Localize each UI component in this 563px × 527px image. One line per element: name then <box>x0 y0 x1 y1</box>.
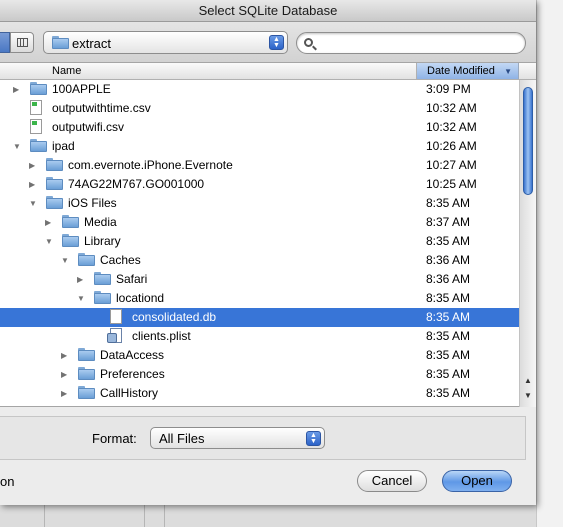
file-list: ▶ 100APPLE 3:09 PM outputwithtime.csv 10:32 … <box>0 80 519 407</box>
file-name: locationd <box>116 291 165 305</box>
disclosure-collapsed-icon[interactable]: ▶ <box>77 270 87 289</box>
disclosure-collapsed-icon[interactable]: ▶ <box>45 213 55 232</box>
file-name: Preferences <box>100 367 165 381</box>
date-modified: 8:35 AM <box>426 329 471 343</box>
disclosure-collapsed-icon[interactable]: ▶ <box>61 384 71 403</box>
location-popup[interactable]: extract ▲ ▼ <box>43 31 288 54</box>
disclosure-expanded-icon[interactable]: ▼ <box>29 194 39 213</box>
date-modified: 10:32 AM <box>426 101 477 115</box>
file-name: DataAccess <box>100 348 165 362</box>
scroll-down-arrow-icon[interactable]: ▼ <box>524 391 532 400</box>
column-view-button[interactable] <box>10 32 34 53</box>
disclosure-collapsed-icon[interactable]: ▶ <box>61 346 71 365</box>
disclosure-expanded-icon[interactable]: ▼ <box>13 137 23 156</box>
file-name: Safari <box>116 272 148 286</box>
date-modified: 8:35 AM <box>426 310 471 324</box>
date-modified: 8:36 AM <box>426 272 471 286</box>
file-name: 100APPLE <box>52 82 111 96</box>
background-window-edge <box>536 0 563 527</box>
date-modified: 8:35 AM <box>426 196 471 210</box>
list-item[interactable]: ▶ DataAccess 8:35 AM <box>0 346 519 365</box>
list-item[interactable]: ▶ Preferences 8:35 AM <box>0 365 519 384</box>
file-name: CallHistory <box>100 386 159 400</box>
dialog-title: Select SQLite Database <box>0 0 536 22</box>
list-view-button[interactable] <box>0 32 10 53</box>
list-item[interactable]: ▶ com.evernote.iPhone.Evernote 10:27 AM <box>0 156 519 175</box>
date-modified: 8:35 AM <box>426 367 471 381</box>
vertical-scrollbar[interactable]: ▲ ▼ <box>519 80 536 407</box>
disclosure-collapsed-icon[interactable]: ▶ <box>29 156 39 175</box>
cancel-button[interactable]: Cancel <box>357 470 427 492</box>
date-modified: 3:09 PM <box>426 82 471 96</box>
format-popup-value: All Files <box>159 431 205 446</box>
file-name: clients.plist <box>132 329 191 343</box>
date-modified: 10:27 AM <box>426 158 477 172</box>
header-corner <box>519 63 536 80</box>
disclosure-expanded-icon[interactable]: ▼ <box>77 289 87 308</box>
scroll-up-arrow-icon[interactable]: ▲ <box>524 376 532 385</box>
popup-arrows-icon: ▲ ▼ <box>269 35 284 50</box>
list-item[interactable]: ▶ Safari 8:36 AM <box>0 270 519 289</box>
popup-arrows-icon: ▲ ▼ <box>306 431 321 446</box>
date-modified: 8:35 AM <box>426 234 471 248</box>
file-name: Library <box>84 234 121 248</box>
scrollbar-thumb[interactable] <box>523 87 533 195</box>
list-item[interactable]: ▶ 74AG22M767.GO001000 10:25 AM <box>0 175 519 194</box>
columns-icon <box>17 38 28 47</box>
open-file-dialog: Select SQLite Database extract ▲ ▼ Name D… <box>0 0 536 505</box>
list-item[interactable]: ▼ ipad 10:26 AM <box>0 137 519 156</box>
list-item[interactable]: ▼ iOS Files 8:35 AM <box>0 194 519 213</box>
list-item[interactable]: outputwithtime.csv 10:32 AM <box>0 99 519 118</box>
disclosure-expanded-icon[interactable]: ▼ <box>45 232 55 251</box>
date-modified: 10:26 AM <box>426 139 477 153</box>
sort-descending-icon: ▼ <box>504 67 512 76</box>
list-item[interactable]: ▶ Media 8:37 AM <box>0 213 519 232</box>
file-name: Media <box>84 215 117 229</box>
column-header: Name Date Modified ▼ <box>0 63 519 80</box>
list-item-selected[interactable]: consolidated.db 8:35 AM <box>0 308 519 327</box>
format-popup[interactable]: All Files ▲ ▼ <box>150 427 325 449</box>
file-name: com.evernote.iPhone.Evernote <box>68 158 233 172</box>
open-button[interactable]: Open <box>442 470 512 492</box>
file-name: iOS Files <box>68 196 117 210</box>
date-modified: 8:35 AM <box>426 348 471 362</box>
date-modified: 10:25 AM <box>426 177 477 191</box>
list-item[interactable]: ▶ 100APPLE 3:09 PM <box>0 80 519 99</box>
list-item[interactable]: clients.plist 8:35 AM <box>0 327 519 346</box>
date-modified: 8:37 AM <box>426 215 471 229</box>
file-name: Caches <box>100 253 141 267</box>
date-modified: 8:35 AM <box>426 291 471 305</box>
date-modified-header-label: Date Modified <box>427 65 495 77</box>
disclosure-expanded-icon[interactable]: ▼ <box>61 251 71 270</box>
list-item[interactable]: outputwifi.csv 10:32 AM <box>0 118 519 137</box>
dialog-toolbar: extract ▲ ▼ <box>0 22 536 62</box>
search-input[interactable] <box>319 35 517 51</box>
truncated-label: on <box>0 474 15 489</box>
format-accessory-pane: Format: All Files ▲ ▼ <box>0 416 526 460</box>
file-browser: Name Date Modified ▼ ▶ 100APPLE 3:09 PM out… <box>0 62 536 407</box>
disclosure-collapsed-icon[interactable]: ▶ <box>13 80 23 99</box>
search-field[interactable] <box>296 32 526 54</box>
file-name: outputwithtime.csv <box>52 101 151 115</box>
list-item[interactable]: ▼ Caches 8:36 AM <box>0 251 519 270</box>
disclosure-collapsed-icon[interactable]: ▶ <box>61 365 71 384</box>
background-window-bottom <box>0 505 536 527</box>
list-item[interactable]: ▶ CallHistory 8:35 AM <box>0 384 519 403</box>
search-icon <box>304 38 313 47</box>
folder-icon <box>52 36 69 49</box>
file-name: 74AG22M767.GO001000 <box>68 177 205 191</box>
date-modified: 8:35 AM <box>426 386 471 400</box>
location-popup-value: extract <box>72 36 112 51</box>
list-item[interactable]: ▼ locationd 8:35 AM <box>0 289 519 308</box>
file-name: ipad <box>52 139 75 153</box>
disclosure-collapsed-icon[interactable]: ▶ <box>29 175 39 194</box>
name-column-header[interactable]: Name <box>0 63 416 79</box>
list-item[interactable]: ▼ Library 8:35 AM <box>0 232 519 251</box>
date-modified-column-header[interactable]: Date Modified ▼ <box>416 63 519 79</box>
file-name: outputwifi.csv <box>52 120 125 134</box>
date-modified: 10:32 AM <box>426 120 477 134</box>
file-name: consolidated.db <box>132 310 217 324</box>
format-label: Format: <box>92 431 137 446</box>
date-modified: 8:36 AM <box>426 253 471 267</box>
